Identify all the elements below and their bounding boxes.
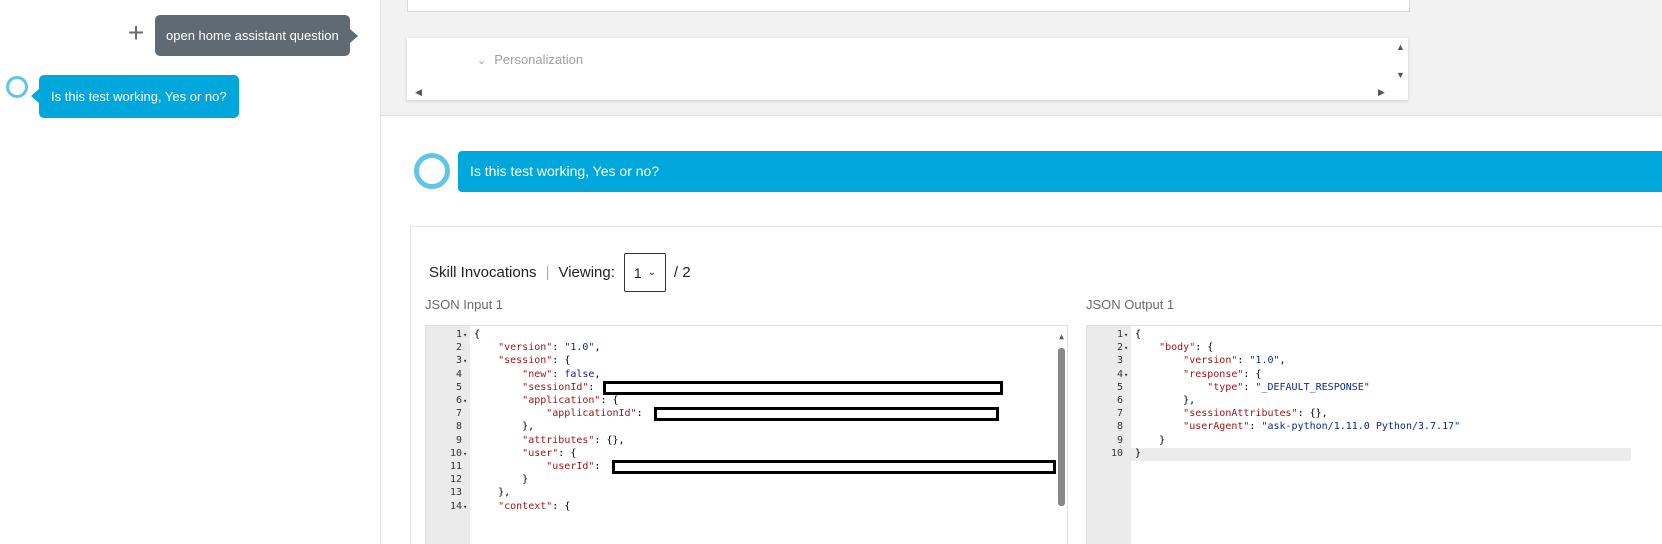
fold-toggle-icon[interactable]: ▾ <box>1124 371 1128 379</box>
code-line: }, <box>1135 395 1196 406</box>
personalization-label: Personalization <box>494 52 584 67</box>
code-line: "attributes": {}, <box>522 434 625 446</box>
line-number: 3 <box>455 355 462 367</box>
line-number: 4 <box>1116 368 1123 380</box>
alexa-response-bubble: Is this test working, Yes or no? <box>31 75 239 118</box>
code-line: "sessionId": <box>522 381 601 393</box>
personalization-panel: ⌄ Personalization ▲ ▼ ◀ ▶ <box>407 38 1408 100</box>
code-line: "userId": <box>546 461 607 472</box>
code-line: "userAgent": "ask-python/1.11.0 Python/3… <box>1183 421 1461 433</box>
line-number: 8 <box>1116 421 1123 433</box>
redaction-box <box>612 460 1056 474</box>
fold-toggle-icon[interactable]: ▾ <box>463 450 467 458</box>
line-number: 5 <box>455 381 462 393</box>
line-number: 8 <box>455 421 462 433</box>
skill-invocations-header: Skill Invocations | Viewing: 1 ⌄ / 2 <box>429 253 691 292</box>
json-output-editor[interactable]: 1 ▾{2 ▾ "body": {3 "version": "1.0", 4 ▾ "re… <box>1086 325 1662 544</box>
chevron-down-icon: ⌄ <box>647 267 656 278</box>
alexa-icon <box>6 76 28 98</box>
vertical-scrollbar[interactable] <box>1058 348 1065 506</box>
line-number: 6 <box>1116 395 1123 406</box>
line-number: 11 <box>449 461 462 472</box>
code-line: "type": "_DEFAULT_RESPONSE" <box>1207 381 1370 393</box>
divider: | <box>545 264 550 281</box>
code-line: { <box>474 329 481 340</box>
line-number: 2 <box>455 342 462 354</box>
alexa-icon <box>414 153 450 189</box>
alexa-response-bubble: Is this test working, Yes or no? <box>458 151 1662 192</box>
scroll-right-icon[interactable]: ▶ <box>1378 87 1385 98</box>
code-line: "application": { <box>522 395 619 406</box>
line-number: 13 <box>449 487 462 499</box>
line-number: 7 <box>1116 408 1123 420</box>
scroll-down-icon[interactable]: ▼ <box>1396 70 1405 80</box>
code-line: "version": "1.0", <box>1183 355 1286 367</box>
top-panel <box>407 0 1410 12</box>
code-line: } <box>474 474 529 486</box>
left-chat-panel: + open home assistant question Is this t… <box>0 0 381 544</box>
line-number: 9 <box>455 434 462 446</box>
line-number: 1 <box>455 329 462 340</box>
redaction-box <box>654 407 999 422</box>
user-utterance-bubble: open home assistant question <box>155 15 358 56</box>
scroll-up-icon[interactable]: ▲ <box>1396 42 1405 52</box>
code-line: "applicationId": <box>546 408 649 420</box>
line-number: 14 <box>449 500 462 512</box>
line-number: 4 <box>455 368 462 380</box>
chevron-down-icon: ⌄ <box>477 55 487 67</box>
line-number: 3 <box>1116 355 1123 367</box>
line-number: 2 <box>1116 342 1123 354</box>
json-input-editor[interactable]: ▲ 1 ▾{2 "version": "1.0", 3 ▾ "session": {4… <box>425 325 1068 544</box>
line-number: 1 <box>1116 329 1123 340</box>
code-line: { <box>1135 329 1142 340</box>
viewing-label: Viewing: <box>558 264 615 281</box>
line-number: 9 <box>1116 434 1123 446</box>
line-number: 5 <box>1116 381 1123 393</box>
code-line: "user": { <box>522 447 577 459</box>
personalization-toggle[interactable]: ⌄ Personalization <box>477 52 583 67</box>
json-output-label: JSON Output 1 <box>1086 297 1175 312</box>
right-detail-panel: ⌄ Personalization ▲ ▼ ◀ ▶ Is this test wo… <box>381 0 1662 544</box>
line-number: 7 <box>455 408 462 420</box>
invocation-select-value: 1 <box>633 264 642 281</box>
skill-invocations-panel: Skill Invocations | Viewing: 1 ⌄ / 2 JSON… <box>410 226 1662 544</box>
line-number: 10 <box>1110 447 1123 459</box>
conversation-area: Is this test working, Yes or no? Skill I… <box>381 115 1662 544</box>
fold-toggle-icon[interactable]: ▾ <box>1124 344 1128 352</box>
scroll-left-icon[interactable]: ◀ <box>415 87 422 98</box>
invocation-total: / 2 <box>673 264 691 281</box>
active-line-highlight <box>1131 447 1631 461</box>
line-number: 6 <box>455 395 462 406</box>
fold-toggle-icon[interactable]: ▾ <box>1124 331 1128 339</box>
code-line: }, <box>474 421 535 433</box>
code-line: "sessionAttributes": {}, <box>1183 408 1328 420</box>
scroll-up-icon[interactable]: ▲ <box>1059 332 1064 341</box>
add-icon[interactable]: + <box>126 19 146 47</box>
code-line: } <box>1135 447 1142 459</box>
code-line: "response": { <box>1183 368 1262 380</box>
fold-toggle-icon[interactable]: ▾ <box>463 503 467 511</box>
code-line: "context": { <box>498 500 571 512</box>
json-input-label: JSON Input 1 <box>425 297 504 312</box>
code-line: "new": false, <box>522 368 601 380</box>
code-line: "session": { <box>498 355 571 367</box>
code-line: } <box>1135 434 1166 446</box>
fold-toggle-icon[interactable]: ▾ <box>463 331 467 339</box>
code-line: "body": { <box>1159 342 1214 354</box>
skill-invocations-title: Skill Invocations <box>429 264 537 281</box>
line-number: 10 <box>449 447 462 459</box>
fold-toggle-icon[interactable]: ▾ <box>463 397 467 405</box>
redaction-box <box>603 380 1003 395</box>
fold-toggle-icon[interactable]: ▾ <box>463 357 467 365</box>
code-line: "version": "1.0", <box>498 342 601 354</box>
line-number: 12 <box>449 474 462 486</box>
code-line: }, <box>474 487 511 499</box>
invocation-select[interactable]: 1 ⌄ <box>623 253 666 292</box>
